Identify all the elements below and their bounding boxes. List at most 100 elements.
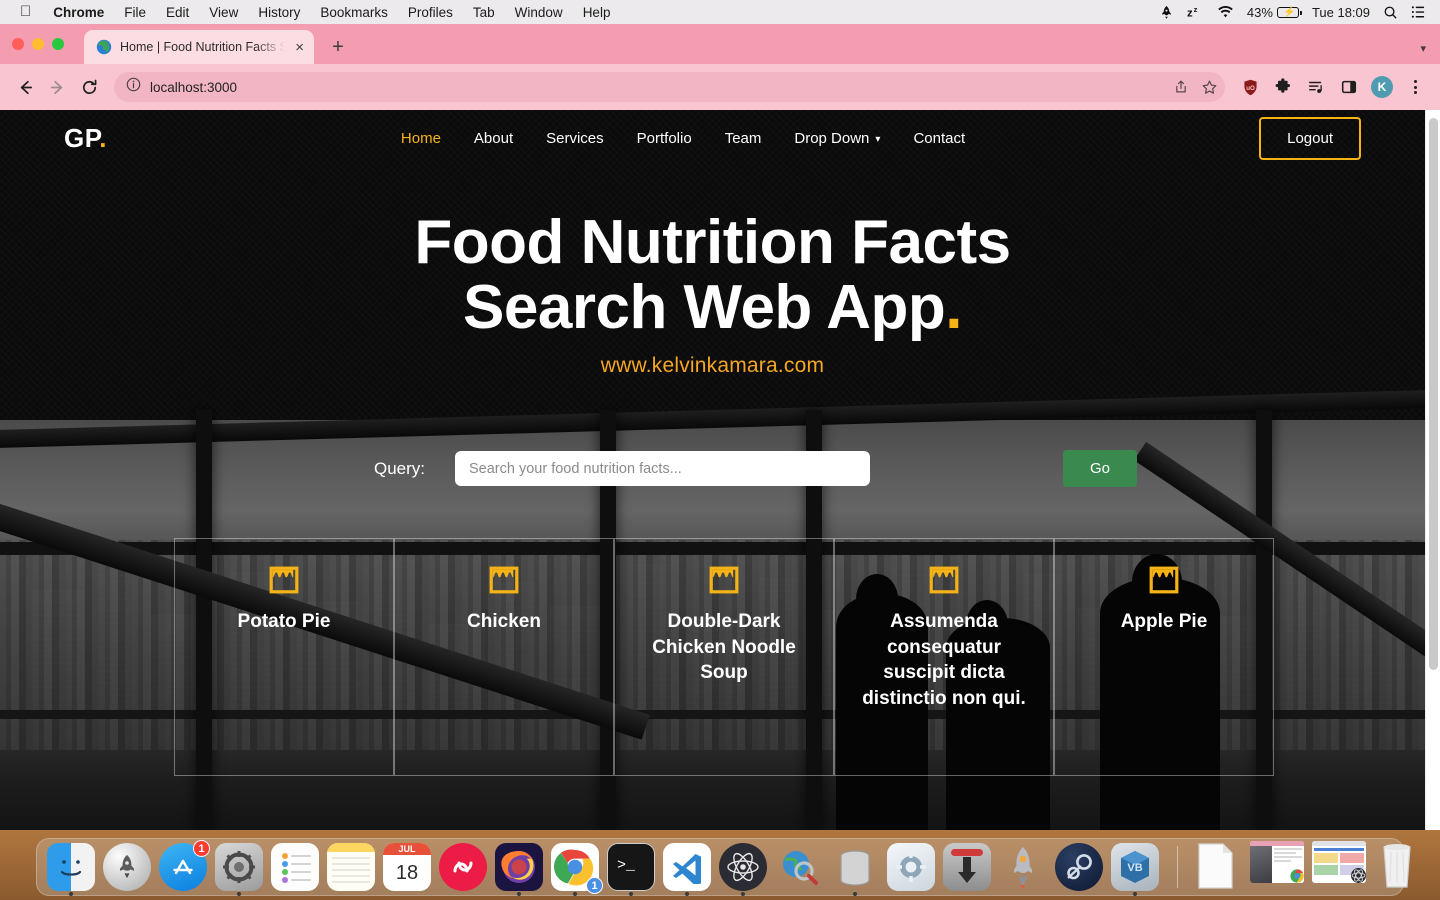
result-card[interactable]: Double-Dark Chicken Noodle Soup <box>614 538 834 776</box>
page-viewport: GP. Home About Services Portfolio Team D… <box>0 110 1440 830</box>
hero-website-url: www.kelvinkamara.com <box>600 354 825 378</box>
star-icon[interactable] <box>1195 73 1223 101</box>
dock-item-web-inspector[interactable] <box>773 841 825 893</box>
menu-item-chrome[interactable]: Chrome <box>43 5 114 20</box>
menu-item-help[interactable]: Help <box>573 5 621 20</box>
menu-item-bookmarks[interactable]: Bookmarks <box>310 5 398 20</box>
dock-minimized-browser-window[interactable] <box>1312 841 1370 893</box>
nav-item-drop-down[interactable]: Drop Down ▾ <box>794 130 880 147</box>
dock-item-rocket-app[interactable] <box>997 841 1049 893</box>
apple-menu-icon[interactable]:  <box>10 4 43 19</box>
dock-item-steam[interactable] <box>1053 841 1105 893</box>
ublock-shield-icon[interactable]: uO <box>1235 72 1265 102</box>
dock-item-terminal[interactable]: >_ <box>605 841 657 896</box>
site-logo[interactable]: GP. <box>64 123 107 154</box>
battery-charging-icon: ⚡ <box>1276 6 1302 18</box>
result-card-title: Chicken <box>467 611 541 632</box>
running-indicator <box>237 892 241 896</box>
forward-arrow-icon[interactable] <box>42 72 72 102</box>
running-indicator <box>853 892 857 896</box>
result-card[interactable]: Chicken <box>394 538 614 776</box>
dock-item-calendar[interactable]: JUL 18 <box>381 841 433 893</box>
running-indicator <box>1133 892 1137 896</box>
side-panel-icon[interactable] <box>1334 72 1364 102</box>
dock-item-downloads-app[interactable] <box>941 841 993 893</box>
dock-item-visual-studio-code[interactable] <box>661 841 713 896</box>
sleep-zz-icon[interactable]: zz <box>1187 5 1204 19</box>
battery-status[interactable]: 43% ⚡ <box>1246 4 1302 20</box>
browser-toolbar: localhost:3000 uO K <box>0 64 1440 110</box>
info-circle-icon[interactable] <box>126 77 141 97</box>
search-icon[interactable] <box>1383 5 1398 20</box>
menu-item-file[interactable]: File <box>114 5 156 20</box>
dock-item-launchpad[interactable] <box>101 841 153 893</box>
dock-minimized-chrome-window[interactable] <box>1250 841 1308 893</box>
chrome-browser-window: Home | Food Nutrition Facts Se × + ▾ loc… <box>0 24 1440 830</box>
search-section: Query: Go <box>0 450 1425 487</box>
nav-item-contact[interactable]: Contact <box>913 130 965 147</box>
menu-item-tab[interactable]: Tab <box>463 5 505 20</box>
hero-title-line1: Food Nutrition Facts <box>414 208 1011 277</box>
nav-item-portfolio[interactable]: Portfolio <box>637 130 692 147</box>
svg-text:z: z <box>1187 8 1193 19</box>
profile-avatar[interactable]: K <box>1367 72 1397 102</box>
dock-minimized-document-window[interactable] <box>1190 841 1246 893</box>
dock-item-system-preferences[interactable] <box>213 841 265 896</box>
nav-item-services[interactable]: Services <box>546 130 604 147</box>
menu-item-edit[interactable]: Edit <box>156 5 199 20</box>
back-arrow-icon[interactable] <box>10 72 40 102</box>
tab-close-icon[interactable]: × <box>293 40 306 55</box>
dock-item-reminders[interactable] <box>269 841 321 893</box>
dock-item-postman-electron[interactable] <box>717 841 769 896</box>
nav-item-about[interactable]: About <box>474 130 513 147</box>
hero-title-dot: . <box>945 273 962 343</box>
minimize-window-button[interactable] <box>32 38 44 50</box>
dock-item-virtualbox[interactable]: VB <box>1109 841 1161 896</box>
menubar-clock[interactable]: Tue 18:09 <box>1312 5 1370 20</box>
reload-icon[interactable] <box>74 72 104 102</box>
globe-favicon <box>96 39 112 55</box>
address-bar[interactable]: localhost:3000 <box>114 72 1225 102</box>
running-indicator <box>741 892 745 896</box>
tab-list-chevron-icon[interactable]: ▾ <box>1420 42 1426 55</box>
browser-tab[interactable]: Home | Food Nutrition Facts Se × <box>84 30 314 64</box>
nav-item-home[interactable]: Home <box>401 130 441 147</box>
maximize-window-button[interactable] <box>52 38 64 50</box>
omnibox-actions <box>1167 72 1223 102</box>
menu-item-profiles[interactable]: Profiles <box>398 5 463 20</box>
dock-item-app-store[interactable]: 1 <box>157 840 210 893</box>
result-card[interactable]: Potato Pie <box>174 538 394 776</box>
result-card[interactable]: Apple Pie <box>1054 538 1274 776</box>
rocket-icon[interactable] <box>1159 5 1174 20</box>
three-dot-menu-icon[interactable] <box>1400 72 1430 102</box>
go-button[interactable]: Go <box>1063 450 1138 487</box>
dock-item-chrome[interactable]: 1 <box>549 841 603 896</box>
battery-percent-label: 43% <box>1246 4 1273 20</box>
close-window-button[interactable] <box>12 38 24 50</box>
menu-item-view[interactable]: View <box>199 5 248 20</box>
control-center-icon[interactable] <box>1411 5 1426 19</box>
logo-text: GP <box>64 122 100 153</box>
scrollbar-thumb[interactable] <box>1429 118 1438 670</box>
dock-item-notes[interactable] <box>325 841 377 893</box>
dock-item-authy[interactable] <box>437 841 489 893</box>
menu-item-history[interactable]: History <box>248 5 310 20</box>
dock-item-settings-gear-app[interactable] <box>885 841 937 893</box>
dock-item-finder[interactable] <box>45 841 97 896</box>
url-text: localhost:3000 <box>150 79 238 95</box>
logout-button[interactable]: Logout <box>1259 116 1361 160</box>
share-icon[interactable] <box>1167 73 1195 101</box>
result-card[interactable]: Assumenda consequatur suscipit dicta dis… <box>834 538 1054 776</box>
macos-dock: 1 JUL 18 1 >_ VB <box>36 838 1411 896</box>
new-tab-button[interactable]: + <box>326 37 350 57</box>
page-scrollbar[interactable] <box>1425 110 1440 830</box>
dock-item-database[interactable] <box>829 841 881 896</box>
nav-item-team[interactable]: Team <box>725 130 762 147</box>
wifi-icon[interactable] <box>1217 5 1234 19</box>
reading-list-icon[interactable] <box>1301 72 1331 102</box>
puzzle-extension-icon[interactable] <box>1268 72 1298 102</box>
search-input[interactable] <box>455 451 870 486</box>
dock-item-trash[interactable] <box>1374 841 1428 893</box>
dock-item-firefox[interactable] <box>493 841 545 896</box>
menu-item-window[interactable]: Window <box>505 5 573 20</box>
